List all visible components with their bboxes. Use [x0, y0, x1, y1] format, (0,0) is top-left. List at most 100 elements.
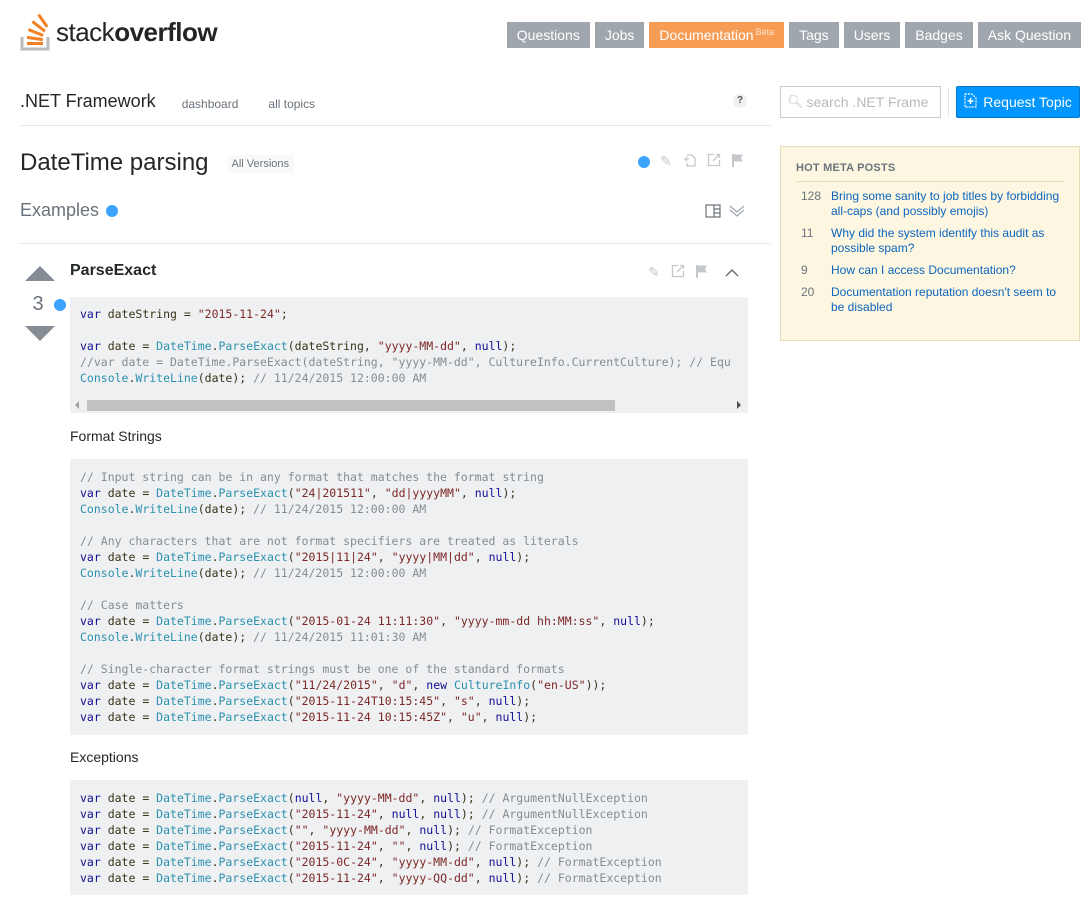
meta-post: 9 How can I access Documentation? [796, 263, 1064, 278]
vote-controls: 3 [24, 266, 56, 341]
edit-icon[interactable]: ✎ [658, 153, 674, 170]
code-text: , [370, 486, 385, 500]
code-text: (date); [197, 502, 254, 516]
code-string: "11/24/2015" [294, 678, 378, 692]
layout-toggle-icon[interactable] [705, 204, 721, 223]
topic-title[interactable]: .NET Framework [20, 91, 156, 112]
code-text: ); [460, 791, 482, 805]
topic-link-all-topics[interactable]: all topics [268, 97, 315, 111]
nav-documentation-label: Documentation [659, 27, 754, 43]
scrollbar-thumb[interactable] [87, 400, 615, 411]
code-type: ParseExact [218, 871, 288, 885]
code-keyword: null [433, 807, 461, 821]
code-string: "" [391, 839, 406, 853]
divider [948, 88, 949, 116]
horizontal-scrollbar[interactable] [70, 397, 748, 413]
code-text: . [211, 807, 219, 821]
code-keyword: null [495, 710, 524, 724]
code-text: ( [287, 871, 295, 885]
examples-header: Examples [20, 200, 771, 244]
meta-post-link[interactable]: Why did the system identify this audit a… [831, 226, 1061, 256]
nav-badges[interactable]: Badges [905, 22, 973, 48]
request-topic-button[interactable]: Request Topic [956, 86, 1080, 118]
code-comment: // FormatException [537, 855, 662, 869]
example-title[interactable]: ParseExact [70, 262, 156, 280]
meta-post-score: 11 [801, 226, 814, 240]
code-line: var date = DateTime.ParseExact(dateStrin… [80, 339, 516, 353]
scroll-right-arrow[interactable] [737, 401, 741, 409]
code-line: var date = DateTime.ParseExact("2015-0C-… [80, 855, 662, 869]
code-text: )); [585, 678, 607, 692]
code-line: Console.WriteLine(date); // 11/24/2015 1… [80, 371, 426, 385]
code-string: "2015-0C-24" [294, 855, 378, 869]
code-line: // Single-character format strings must … [80, 662, 565, 676]
flag-icon[interactable] [730, 153, 746, 170]
nav-users[interactable]: Users [843, 22, 901, 48]
add-example-icon[interactable] [682, 153, 698, 170]
code-text: , [377, 871, 392, 885]
code-text: , [474, 871, 489, 885]
code-text: date = [100, 486, 157, 500]
nav-questions[interactable]: Questions [506, 22, 590, 48]
code-text: date = [100, 791, 157, 805]
stackoverflow-logo[interactable]: stackoverflow [20, 12, 218, 52]
code-type: WriteLine [135, 502, 198, 516]
help-icon[interactable]: ? [733, 94, 747, 108]
code-keyword: var [80, 791, 101, 805]
code-block-parseexact: var dateString = "2015-11-24"; var date … [70, 297, 748, 397]
collapse-all-icon[interactable] [729, 204, 745, 223]
downvote-button[interactable] [25, 326, 55, 341]
search-input[interactable] [806, 94, 932, 110]
example-edit-icon[interactable]: ✎ [646, 264, 662, 281]
meta-post-link[interactable]: How can I access Documentation? [831, 263, 1061, 278]
code-text: , [474, 855, 489, 869]
example-actions: ✎ [646, 264, 740, 281]
code-text: (date); [197, 371, 254, 385]
code-text: ); [516, 855, 538, 869]
code-text: , [377, 855, 392, 869]
version-tag[interactable]: All Versions [226, 155, 295, 173]
page-title-row: DateTime parsing All Versions ✎ [20, 146, 771, 180]
code-keyword: var [80, 855, 101, 869]
code-text: date = [100, 710, 157, 724]
nav-tags[interactable]: Tags [789, 22, 839, 48]
code-string: "u" [460, 710, 482, 724]
share-icon[interactable] [706, 153, 722, 170]
code-text: ); [447, 839, 468, 853]
code-string: "yyyy-MM-dd" [377, 339, 461, 353]
example-share-icon[interactable] [670, 264, 686, 281]
code-type: ParseExact [218, 486, 288, 500]
nav-jobs[interactable]: Jobs [594, 22, 645, 48]
example-flag-icon[interactable] [694, 264, 710, 281]
nav-documentation[interactable]: Documentation Beta [649, 22, 785, 48]
code-text: date = [100, 678, 157, 692]
scroll-left-arrow[interactable] [75, 401, 79, 409]
collapse-example-icon[interactable] [724, 265, 740, 281]
code-comment: // 11/24/2015 12:00:00 AM [253, 566, 427, 580]
code-text: ); [640, 614, 655, 628]
code-string: "yyyy-MM-dd" [336, 791, 420, 805]
code-text: , [377, 550, 392, 564]
upvote-button[interactable] [25, 266, 55, 281]
hot-meta-posts-title: HOT META POSTS [796, 162, 1064, 182]
code-text: ); [516, 694, 531, 708]
code-string: "en-US" [537, 678, 586, 692]
code-comment: // Single-character format strings must … [80, 662, 565, 676]
code-block-format-strings: // Input string can be in any format tha… [70, 459, 748, 735]
meta-post-link[interactable]: Bring some sanity to job titles by forbi… [831, 189, 1061, 219]
code-comment: // 11/24/2015 11:01:30 AM [253, 630, 427, 644]
meta-post-link[interactable]: Documentation reputation doesn't seem to… [831, 285, 1061, 315]
code-text: ); [516, 550, 531, 564]
code-line: Console.WriteLine(date); // 11/24/2015 1… [80, 566, 426, 580]
code-type: WriteLine [135, 630, 198, 644]
code-text: date = [100, 871, 157, 885]
code-type: ParseExact [218, 678, 288, 692]
nav-ask-question[interactable]: Ask Question [977, 22, 1081, 48]
code-text: ( [287, 807, 295, 821]
code-text: , [481, 710, 496, 724]
code-text: . [211, 694, 219, 708]
code-text: date = [100, 614, 157, 628]
topic-link-dashboard[interactable]: dashboard [182, 97, 239, 111]
code-text: ); [502, 339, 517, 353]
